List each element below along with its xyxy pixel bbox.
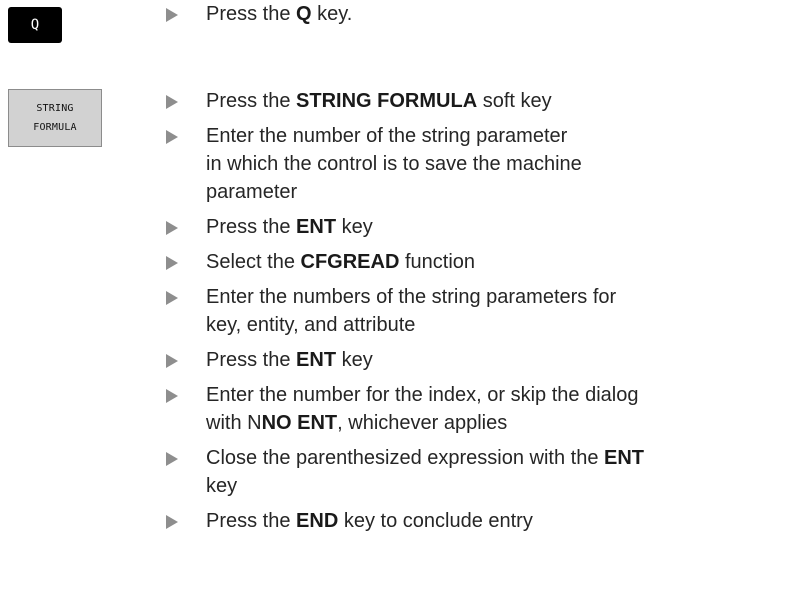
triangle-bullet-icon bbox=[166, 291, 178, 305]
step-key-name: ENT bbox=[296, 216, 337, 238]
step-press-ent: Press the ENT key bbox=[165, 213, 791, 241]
step-text: key to conclude entry bbox=[338, 510, 533, 532]
step-key-name: Q bbox=[296, 3, 312, 25]
step-enter-string-parameter: Enter the number of the string parameter… bbox=[165, 122, 791, 206]
triangle-bullet-icon bbox=[166, 221, 178, 235]
step-text: with N bbox=[206, 412, 262, 434]
step-text: Enter the number of the string parameter bbox=[206, 125, 568, 147]
step-press-end: Press the END key to conclude entry bbox=[165, 507, 791, 535]
step-enter-string-parameters: Enter the numbers of the string paramete… bbox=[165, 283, 791, 339]
step-text: Press the bbox=[206, 90, 297, 112]
step-text: Press the bbox=[206, 3, 297, 25]
softkey-label-line1: STRING bbox=[36, 103, 74, 114]
step-text: key bbox=[336, 349, 373, 371]
step-text: parameter bbox=[206, 181, 298, 203]
step-text: Close the parenthesized expression with … bbox=[206, 447, 605, 469]
step-select-cfgread: Select the CFGREAD function bbox=[165, 248, 791, 276]
step-key-name: STRING FORMULA bbox=[296, 90, 478, 112]
step-text: key. bbox=[311, 3, 353, 25]
triangle-bullet-icon bbox=[166, 452, 178, 466]
step-list-string-formula: Press the STRING FORMULA soft key Enter … bbox=[165, 87, 791, 542]
step-key-name: END bbox=[296, 510, 339, 532]
step-text: key bbox=[336, 216, 373, 238]
q-key-label: Q bbox=[30, 17, 40, 33]
triangle-bullet-icon bbox=[166, 515, 178, 529]
step-text: Press the bbox=[206, 510, 297, 532]
step-list-q: Press the Q key. bbox=[165, 0, 791, 35]
string-formula-softkey[interactable]: STRING FORMULA bbox=[8, 89, 102, 147]
step-press-q: Press the Q key. bbox=[165, 0, 791, 28]
step-text: , whichever applies bbox=[337, 412, 508, 434]
step-text: in which the control is to save the mach… bbox=[206, 153, 582, 175]
q-key[interactable]: Q bbox=[8, 7, 62, 43]
step-text: function bbox=[399, 251, 476, 273]
step-key-name: CFGREAD bbox=[300, 251, 400, 273]
step-text: soft key bbox=[477, 90, 552, 112]
step-text: Enter the number for the index, or skip … bbox=[206, 384, 639, 406]
triangle-bullet-icon bbox=[166, 8, 178, 22]
step-key-name: NO ENT bbox=[261, 412, 338, 434]
step-text: Press the bbox=[206, 349, 297, 371]
triangle-bullet-icon bbox=[166, 130, 178, 144]
triangle-bullet-icon bbox=[166, 354, 178, 368]
step-press-string-formula: Press the STRING FORMULA soft key bbox=[165, 87, 791, 115]
triangle-bullet-icon bbox=[166, 389, 178, 403]
step-text: Enter the numbers of the string paramete… bbox=[206, 286, 617, 308]
step-text: Select the bbox=[206, 251, 301, 273]
step-press-ent: Press the ENT key bbox=[165, 346, 791, 374]
step-text: key bbox=[206, 475, 238, 497]
step-key-name: ENT bbox=[604, 447, 645, 469]
step-enter-index: Enter the number for the index, or skip … bbox=[165, 381, 791, 437]
softkey-label-line2: FORMULA bbox=[33, 122, 77, 133]
step-text: key, entity, and attribute bbox=[206, 314, 416, 336]
triangle-bullet-icon bbox=[166, 256, 178, 270]
triangle-bullet-icon bbox=[166, 95, 178, 109]
step-key-name: ENT bbox=[296, 349, 337, 371]
step-close-expression: Close the parenthesized expression with … bbox=[165, 444, 791, 500]
step-text: Press the bbox=[206, 216, 297, 238]
